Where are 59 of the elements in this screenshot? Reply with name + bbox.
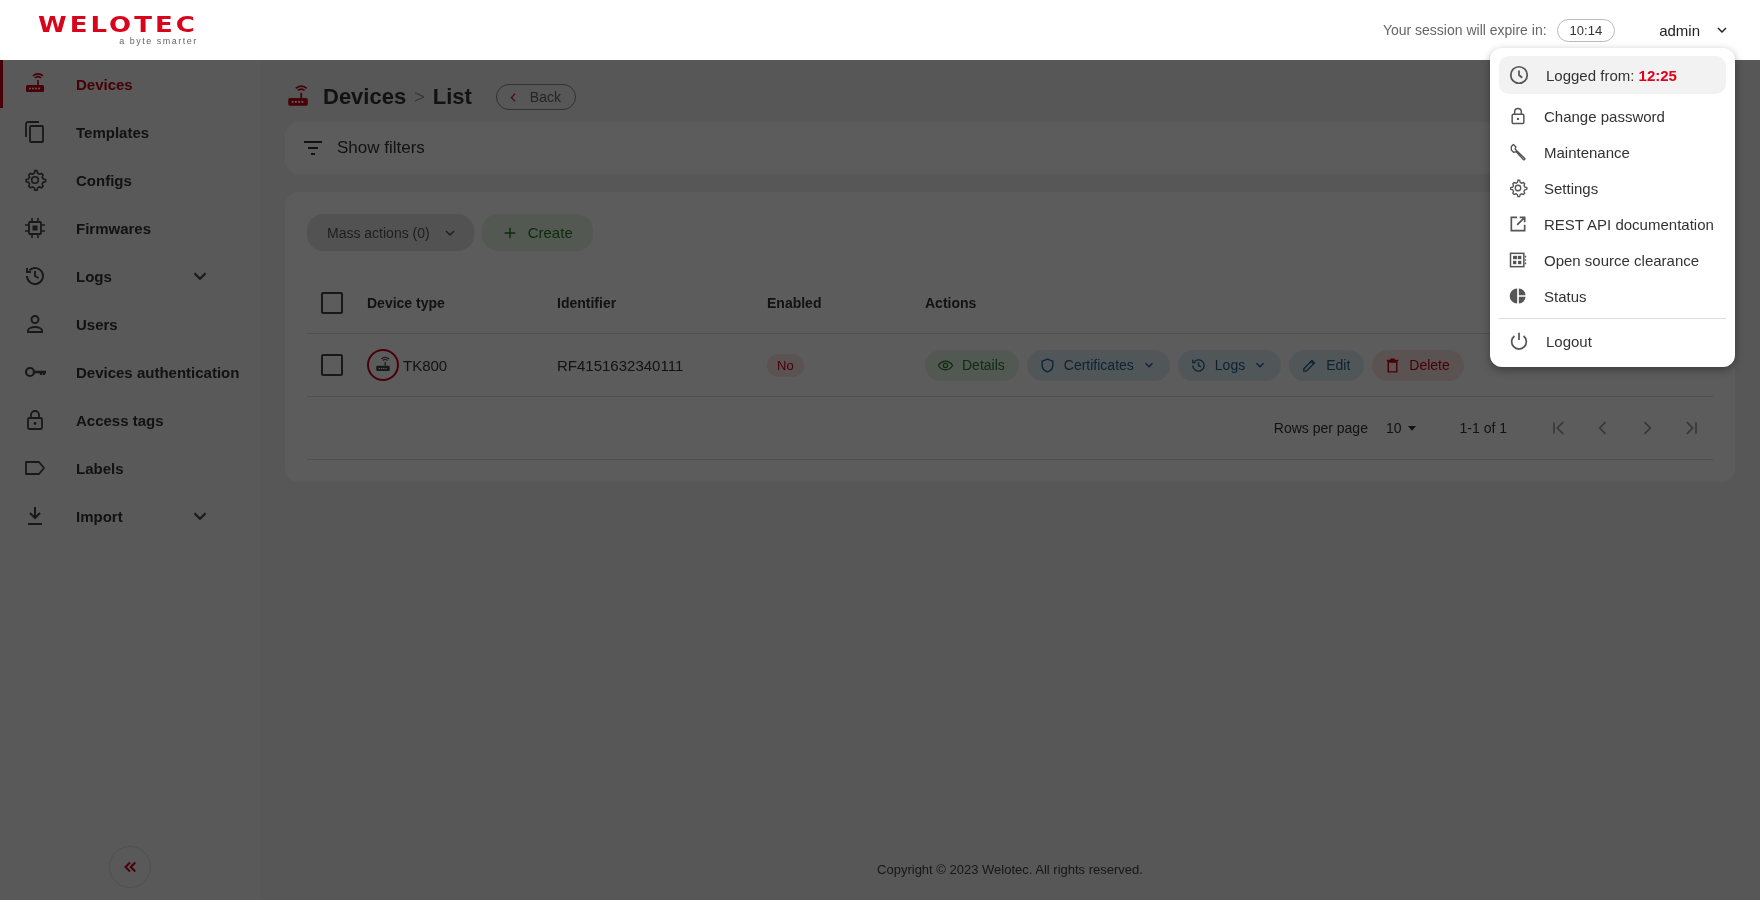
menu-item[interactable]: Settings [1499,170,1726,206]
sidebar-item[interactable]: Devices authentication [0,348,260,396]
delete-button[interactable]: Delete [1372,349,1464,381]
clock-icon [1508,64,1530,86]
history-icon [23,264,47,288]
menu-item[interactable]: REST API documentation [1499,206,1726,242]
sidebar-item[interactable]: Logs [0,252,260,300]
breadcrumb-item: Devices [323,84,407,110]
brand-tagline: a byte smarter [119,36,198,46]
sidebar-item[interactable]: Import [0,492,260,540]
collapse-sidebar-button[interactable] [109,846,151,888]
power-icon [1508,330,1530,352]
user-menu-button[interactable]: admin [1659,21,1730,39]
gear-icon [1508,178,1528,198]
copy-icon [23,120,47,144]
status-badge: No [767,353,804,377]
pie-chart-icon [1508,286,1528,306]
sidebar-item[interactable]: Users [0,300,260,348]
lock-icon [1508,106,1528,126]
document-grid-icon [1508,250,1528,270]
breadcrumb-separator: > [414,86,425,108]
column-header: Actions [925,295,977,311]
row-checkbox[interactable] [321,354,343,376]
table-cell: TK800 [403,356,448,374]
column-header: Enabled [767,295,822,311]
sidebar-item[interactable]: Labels [0,444,260,492]
sidebar-item[interactable]: Templates [0,108,260,156]
rows-per-page-label: Rows per page [1273,420,1368,436]
logs-button[interactable]: Logs [1177,349,1282,381]
gear-icon [23,168,47,192]
details-button[interactable]: Details [925,349,1019,381]
menu-item[interactable]: Change password [1499,98,1726,134]
history-icon [1189,356,1207,374]
logged-from-info: Logged from: 12:25 [1499,56,1726,94]
sidebar-item[interactable]: Configs [0,156,260,204]
menu-item[interactable]: Status [1499,278,1726,314]
sidebar-item[interactable]: Firmwares [0,204,260,252]
router-icon [367,349,399,381]
external-link-icon [1508,214,1528,234]
select-all-checkbox[interactable] [321,292,343,314]
create-button[interactable]: Create [481,214,593,251]
menu-item[interactable]: Open source clearance [1499,242,1726,278]
show-filters-button[interactable]: Show filters [301,136,425,160]
page-range: 1-1 of 1 [1459,420,1507,436]
wrench-icon [1508,142,1528,162]
column-header: Identifier [557,295,617,311]
brand-logo: WELOTEC [38,16,198,34]
chip-icon [23,216,47,240]
edit-button[interactable]: Edit [1289,349,1365,381]
logout-menu-item[interactable]: Logout [1499,323,1726,359]
sidebar-item[interactable]: Access tags [0,396,260,444]
column-header: Device type [367,295,445,311]
copyright-text: Copyright © 2023 Welotec. All rights reserved. [877,861,1143,877]
menu-item[interactable]: Maintenance [1499,134,1726,170]
table-cell: RF4151632340111 [557,356,684,374]
session-label: Your session will expire in: [1382,22,1547,38]
certificates-button[interactable]: Certificates [1026,349,1170,381]
breadcrumb-item: List [432,84,472,110]
rows-per-page-select[interactable]: 10 [1385,420,1420,436]
